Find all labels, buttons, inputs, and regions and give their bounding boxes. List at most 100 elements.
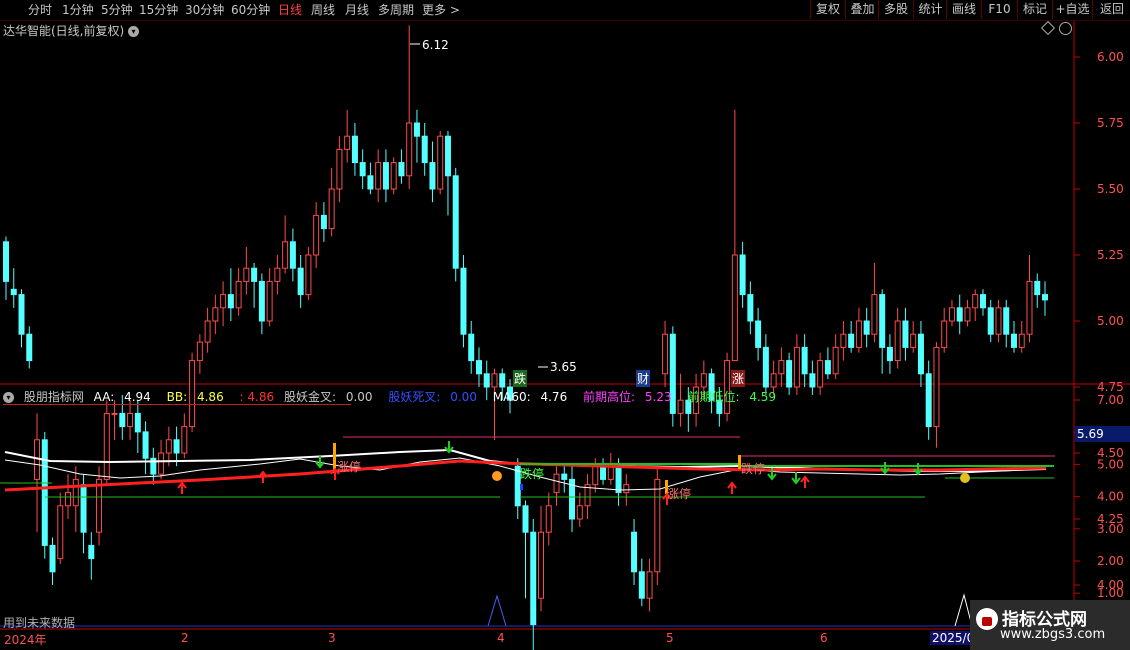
candle-body bbox=[499, 373, 506, 388]
jc-label: 股妖金叉: bbox=[283, 390, 336, 404]
price-tick: 6.00 bbox=[1097, 50, 1124, 64]
low-price-label: 3.65 bbox=[550, 360, 577, 374]
zhang-marker: 涨 bbox=[731, 370, 746, 387]
indicator-title: ▾ 股朋指标网 AA: 4.94 BB: 4.86 : 4.86 股妖金叉: 0… bbox=[3, 388, 788, 405]
candle-body bbox=[607, 465, 614, 480]
settings-toggle-icon[interactable] bbox=[1059, 22, 1072, 35]
candle-body bbox=[142, 431, 149, 459]
candle-body bbox=[793, 346, 800, 388]
candle-body bbox=[80, 484, 87, 533]
candle-body bbox=[258, 280, 265, 322]
candle-body bbox=[127, 412, 134, 428]
candle-body bbox=[770, 373, 777, 388]
ind-tick: 7.00 bbox=[1097, 393, 1124, 407]
candle-body bbox=[778, 360, 785, 375]
indicator-axis: 7.006.005.004.003.002.001.00 bbox=[1074, 393, 1124, 600]
candle-body bbox=[313, 214, 320, 256]
dropdown-icon[interactable]: ▾ bbox=[3, 392, 14, 403]
candle-body bbox=[111, 412, 118, 415]
price-tick: 5.50 bbox=[1097, 182, 1124, 196]
candle-body bbox=[65, 492, 72, 507]
price-tick: 4.75 bbox=[1097, 380, 1124, 394]
candle-body bbox=[855, 320, 862, 348]
current-price-tag: 5.69 bbox=[1075, 426, 1130, 442]
price-tick: 5.25 bbox=[1097, 248, 1124, 262]
candle-body bbox=[18, 294, 25, 335]
candle-body bbox=[886, 346, 893, 362]
candle-body bbox=[995, 307, 1002, 335]
candle-body bbox=[220, 294, 227, 309]
candle-body bbox=[181, 426, 188, 454]
candle-body bbox=[196, 341, 203, 362]
candle-body bbox=[72, 478, 79, 507]
candle-body bbox=[468, 333, 475, 362]
candle-body bbox=[10, 288, 17, 296]
ma-label: MA60: bbox=[492, 390, 531, 404]
indicator-name[interactable]: 股朋指标网 bbox=[24, 390, 84, 404]
candle-body bbox=[49, 544, 56, 573]
bb-extra: : 4.86 bbox=[239, 390, 275, 404]
candle-body bbox=[561, 473, 568, 480]
candle-body bbox=[1026, 280, 1033, 335]
date-tick-3: 4 bbox=[497, 631, 505, 645]
jc-value: 0.00 bbox=[345, 390, 373, 404]
candle-body bbox=[623, 484, 630, 494]
dieting-label: 跌停 bbox=[520, 467, 545, 481]
candle-body bbox=[212, 307, 219, 322]
candle-body bbox=[964, 307, 971, 322]
candle-body bbox=[817, 360, 824, 388]
candle-body bbox=[413, 122, 420, 137]
candle-body bbox=[576, 505, 583, 520]
candle-body bbox=[538, 531, 545, 599]
candle-body bbox=[274, 267, 281, 282]
candle-body bbox=[328, 188, 335, 230]
candle-body bbox=[530, 531, 537, 626]
candle-body bbox=[1018, 333, 1025, 348]
cai-marker: 财 bbox=[636, 370, 651, 387]
dropdown-icon[interactable]: ▾ bbox=[128, 26, 140, 37]
candle-body bbox=[344, 135, 351, 150]
candle-body bbox=[227, 294, 234, 309]
candle-body bbox=[460, 267, 467, 335]
candle-body bbox=[972, 294, 979, 309]
dieting-label-2: 跌停 bbox=[741, 462, 766, 476]
candle-body bbox=[848, 333, 855, 348]
candle-body bbox=[747, 294, 754, 322]
price-chart[interactable]: 6.005.755.505.255.004.754.504.254.00 7.0… bbox=[0, 0, 1130, 650]
candle-body bbox=[1003, 307, 1010, 335]
candle-body bbox=[631, 531, 638, 573]
candle-body bbox=[948, 307, 955, 322]
aa-value: 4.94 bbox=[124, 390, 151, 404]
candle-body bbox=[437, 135, 444, 190]
candle-body bbox=[351, 135, 358, 164]
date-tick-0: 2024年 bbox=[4, 633, 47, 647]
candle-body bbox=[320, 214, 327, 230]
candle-body bbox=[724, 360, 731, 414]
candle-body bbox=[305, 254, 312, 296]
candle-body bbox=[1042, 294, 1048, 301]
candle-body bbox=[739, 254, 746, 296]
candlestick-series bbox=[3, 25, 1048, 650]
candle-body bbox=[592, 465, 599, 486]
bb-label: BB: bbox=[166, 390, 188, 404]
date-tick-4: 5 bbox=[666, 631, 674, 645]
candle-body bbox=[243, 267, 250, 282]
sc-value: 0.00 bbox=[450, 390, 477, 404]
candle-body bbox=[824, 360, 831, 375]
date-tick-1: 2 bbox=[181, 631, 189, 645]
candle-body bbox=[832, 346, 839, 375]
candle-body bbox=[863, 320, 870, 335]
candle-body bbox=[553, 473, 560, 494]
candle-body bbox=[96, 478, 103, 533]
logo-icon bbox=[976, 608, 998, 630]
candle-body bbox=[119, 412, 126, 428]
candle-body bbox=[41, 439, 48, 546]
candle-body bbox=[879, 294, 886, 348]
candle-body bbox=[452, 175, 459, 269]
candle-body bbox=[925, 373, 932, 428]
candle-body bbox=[762, 346, 769, 388]
candle-body bbox=[165, 439, 172, 454]
candle-body bbox=[375, 162, 382, 190]
candle-body bbox=[235, 280, 242, 309]
candle-body bbox=[382, 162, 389, 190]
